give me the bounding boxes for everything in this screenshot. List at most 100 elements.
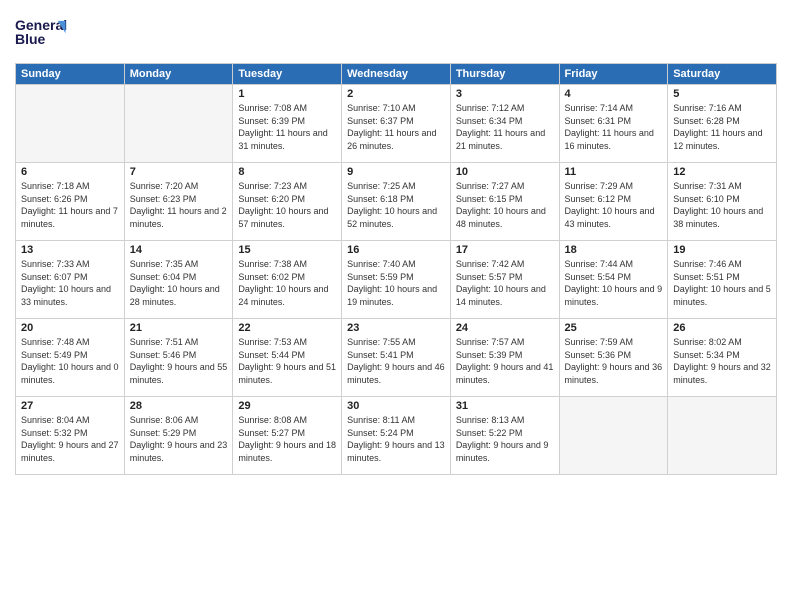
calendar-cell: 5 Sunrise: 7:16 AMSunset: 6:28 PMDaylight… <box>668 85 777 163</box>
calendar-cell: 1Sunrise: 7:08 AMSunset: 6:39 PMDaylight… <box>233 85 342 163</box>
day-number: 4 <box>565 88 663 100</box>
day-info: Sunrise: 7:44 AMSunset: 5:54 PMDaylight:… <box>565 258 663 308</box>
day-info: Sunrise: 7:23 AMSunset: 6:20 PMDaylight:… <box>238 180 336 230</box>
day-info: Sunrise: 7:55 AMSunset: 5:41 PMDaylight:… <box>347 336 445 386</box>
calendar: SundayMondayTuesdayWednesdayThursdayFrid… <box>15 63 777 475</box>
day-info: Sunrise: 7:53 AMSunset: 5:44 PMDaylight:… <box>238 336 336 386</box>
calendar-cell: 10 Sunrise: 7:27 AMSunset: 6:15 PMDayligh… <box>450 163 559 241</box>
day-number: 25 <box>565 322 663 334</box>
day-number: 31 <box>456 400 554 412</box>
day-number: 7 <box>130 166 228 178</box>
day-info: Sunrise: 7:38 AMSunset: 6:02 PMDaylight:… <box>238 258 336 308</box>
calendar-cell: 30 Sunrise: 8:11 AMSunset: 5:24 PMDayligh… <box>342 397 451 475</box>
day-number: 27 <box>21 400 119 412</box>
day-info: Sunrise: 7:27 AMSunset: 6:15 PMDaylight:… <box>456 180 554 230</box>
weekday-header: Friday <box>559 64 668 85</box>
calendar-cell: 18 Sunrise: 7:44 AMSunset: 5:54 PMDayligh… <box>559 241 668 319</box>
calendar-cell <box>16 85 125 163</box>
weekday-header: Thursday <box>450 64 559 85</box>
day-number: 14 <box>130 244 228 256</box>
calendar-cell <box>124 85 233 163</box>
calendar-cell: 23 Sunrise: 7:55 AMSunset: 5:41 PMDayligh… <box>342 319 451 397</box>
calendar-cell: 8Sunrise: 7:23 AMSunset: 6:20 PMDaylight… <box>233 163 342 241</box>
calendar-cell: 31 Sunrise: 8:13 AMSunset: 5:22 PMDayligh… <box>450 397 559 475</box>
calendar-cell: 12 Sunrise: 7:31 AMSunset: 6:10 PMDayligh… <box>668 163 777 241</box>
calendar-cell: 7 Sunrise: 7:20 AMSunset: 6:23 PMDaylight… <box>124 163 233 241</box>
page: General Blue SundayMondayTuesdayWednesda… <box>0 0 792 612</box>
day-number: 24 <box>456 322 554 334</box>
calendar-cell: 15 Sunrise: 7:38 AMSunset: 6:02 PMDayligh… <box>233 241 342 319</box>
calendar-cell: 2 Sunrise: 7:10 AMSunset: 6:37 PMDaylight… <box>342 85 451 163</box>
calendar-cell: 4 Sunrise: 7:14 AMSunset: 6:31 PMDaylight… <box>559 85 668 163</box>
day-number: 23 <box>347 322 445 334</box>
day-info: Sunrise: 7:20 AMSunset: 6:23 PMDaylight:… <box>130 180 228 230</box>
day-info: Sunrise: 7:31 AMSunset: 6:10 PMDaylight:… <box>673 180 771 230</box>
calendar-week-row: 13Sunrise: 7:33 AMSunset: 6:07 PMDayligh… <box>16 241 777 319</box>
day-info: Sunrise: 7:46 AMSunset: 5:51 PMDaylight:… <box>673 258 771 308</box>
day-number: 10 <box>456 166 554 178</box>
calendar-cell: 22 Sunrise: 7:53 AMSunset: 5:44 PMDayligh… <box>233 319 342 397</box>
day-number: 16 <box>347 244 445 256</box>
calendar-week-row: 27 Sunrise: 8:04 AMSunset: 5:32 PMDayligh… <box>16 397 777 475</box>
day-number: 3 <box>456 88 554 100</box>
calendar-cell: 9Sunrise: 7:25 AMSunset: 6:18 PMDaylight… <box>342 163 451 241</box>
calendar-cell: 24 Sunrise: 7:57 AMSunset: 5:39 PMDayligh… <box>450 319 559 397</box>
calendar-cell: 26Sunrise: 8:02 AMSunset: 5:34 PMDayligh… <box>668 319 777 397</box>
day-number: 20 <box>21 322 119 334</box>
calendar-week-row: 6Sunrise: 7:18 AMSunset: 6:26 PMDaylight… <box>16 163 777 241</box>
logo: General Blue <box>15 10 85 55</box>
day-number: 17 <box>456 244 554 256</box>
day-number: 18 <box>565 244 663 256</box>
day-number: 29 <box>238 400 336 412</box>
day-info: Sunrise: 7:25 AMSunset: 6:18 PMDaylight:… <box>347 180 445 230</box>
day-number: 21 <box>130 322 228 334</box>
day-number: 2 <box>347 88 445 100</box>
header: General Blue <box>15 10 777 55</box>
calendar-cell <box>668 397 777 475</box>
day-info: Sunrise: 7:57 AMSunset: 5:39 PMDaylight:… <box>456 336 554 386</box>
calendar-cell: 17Sunrise: 7:42 AMSunset: 5:57 PMDayligh… <box>450 241 559 319</box>
day-info: Sunrise: 7:33 AMSunset: 6:07 PMDaylight:… <box>21 258 119 308</box>
calendar-cell: 16 Sunrise: 7:40 AMSunset: 5:59 PMDayligh… <box>342 241 451 319</box>
calendar-cell: 13Sunrise: 7:33 AMSunset: 6:07 PMDayligh… <box>16 241 125 319</box>
weekday-header-row: SundayMondayTuesdayWednesdayThursdayFrid… <box>16 64 777 85</box>
day-info: Sunrise: 7:18 AMSunset: 6:26 PMDaylight:… <box>21 180 119 230</box>
calendar-cell: 29 Sunrise: 8:08 AMSunset: 5:27 PMDayligh… <box>233 397 342 475</box>
day-info: Sunrise: 7:29 AMSunset: 6:12 PMDaylight:… <box>565 180 663 230</box>
day-number: 5 <box>673 88 771 100</box>
calendar-cell: 6Sunrise: 7:18 AMSunset: 6:26 PMDaylight… <box>16 163 125 241</box>
weekday-header: Saturday <box>668 64 777 85</box>
day-number: 1 <box>238 88 336 100</box>
day-number: 28 <box>130 400 228 412</box>
day-number: 12 <box>673 166 771 178</box>
day-info: Sunrise: 8:08 AMSunset: 5:27 PMDaylight:… <box>238 414 336 464</box>
day-info: Sunrise: 8:06 AMSunset: 5:29 PMDaylight:… <box>130 414 228 464</box>
day-info: Sunrise: 7:51 AMSunset: 5:46 PMDaylight:… <box>130 336 228 386</box>
day-info: Sunrise: 8:02 AMSunset: 5:34 PMDaylight:… <box>673 336 771 386</box>
day-info: Sunrise: 7:48 AMSunset: 5:49 PMDaylight:… <box>21 336 119 386</box>
calendar-cell: 19 Sunrise: 7:46 AMSunset: 5:51 PMDayligh… <box>668 241 777 319</box>
calendar-cell: 11 Sunrise: 7:29 AMSunset: 6:12 PMDayligh… <box>559 163 668 241</box>
day-info: Sunrise: 8:13 AMSunset: 5:22 PMDaylight:… <box>456 414 554 464</box>
day-number: 22 <box>238 322 336 334</box>
calendar-cell: 25 Sunrise: 7:59 AMSunset: 5:36 PMDayligh… <box>559 319 668 397</box>
svg-text:Blue: Blue <box>15 31 46 47</box>
day-info: Sunrise: 7:40 AMSunset: 5:59 PMDaylight:… <box>347 258 445 308</box>
day-info: Sunrise: 7:14 AMSunset: 6:31 PMDaylight:… <box>565 102 663 152</box>
day-info: Sunrise: 8:04 AMSunset: 5:32 PMDaylight:… <box>21 414 119 464</box>
calendar-cell: 27 Sunrise: 8:04 AMSunset: 5:32 PMDayligh… <box>16 397 125 475</box>
calendar-cell: 3Sunrise: 7:12 AMSunset: 6:34 PMDaylight… <box>450 85 559 163</box>
day-number: 19 <box>673 244 771 256</box>
day-info: Sunrise: 7:16 AMSunset: 6:28 PMDaylight:… <box>673 102 771 152</box>
day-number: 11 <box>565 166 663 178</box>
day-info: Sunrise: 8:11 AMSunset: 5:24 PMDaylight:… <box>347 414 445 464</box>
day-number: 15 <box>238 244 336 256</box>
day-info: Sunrise: 7:10 AMSunset: 6:37 PMDaylight:… <box>347 102 445 152</box>
day-info: Sunrise: 7:35 AMSunset: 6:04 PMDaylight:… <box>130 258 228 308</box>
calendar-cell: 20 Sunrise: 7:48 AMSunset: 5:49 PMDayligh… <box>16 319 125 397</box>
day-info: Sunrise: 7:59 AMSunset: 5:36 PMDaylight:… <box>565 336 663 386</box>
calendar-cell <box>559 397 668 475</box>
day-number: 30 <box>347 400 445 412</box>
weekday-header: Tuesday <box>233 64 342 85</box>
calendar-cell: 14 Sunrise: 7:35 AMSunset: 6:04 PMDayligh… <box>124 241 233 319</box>
